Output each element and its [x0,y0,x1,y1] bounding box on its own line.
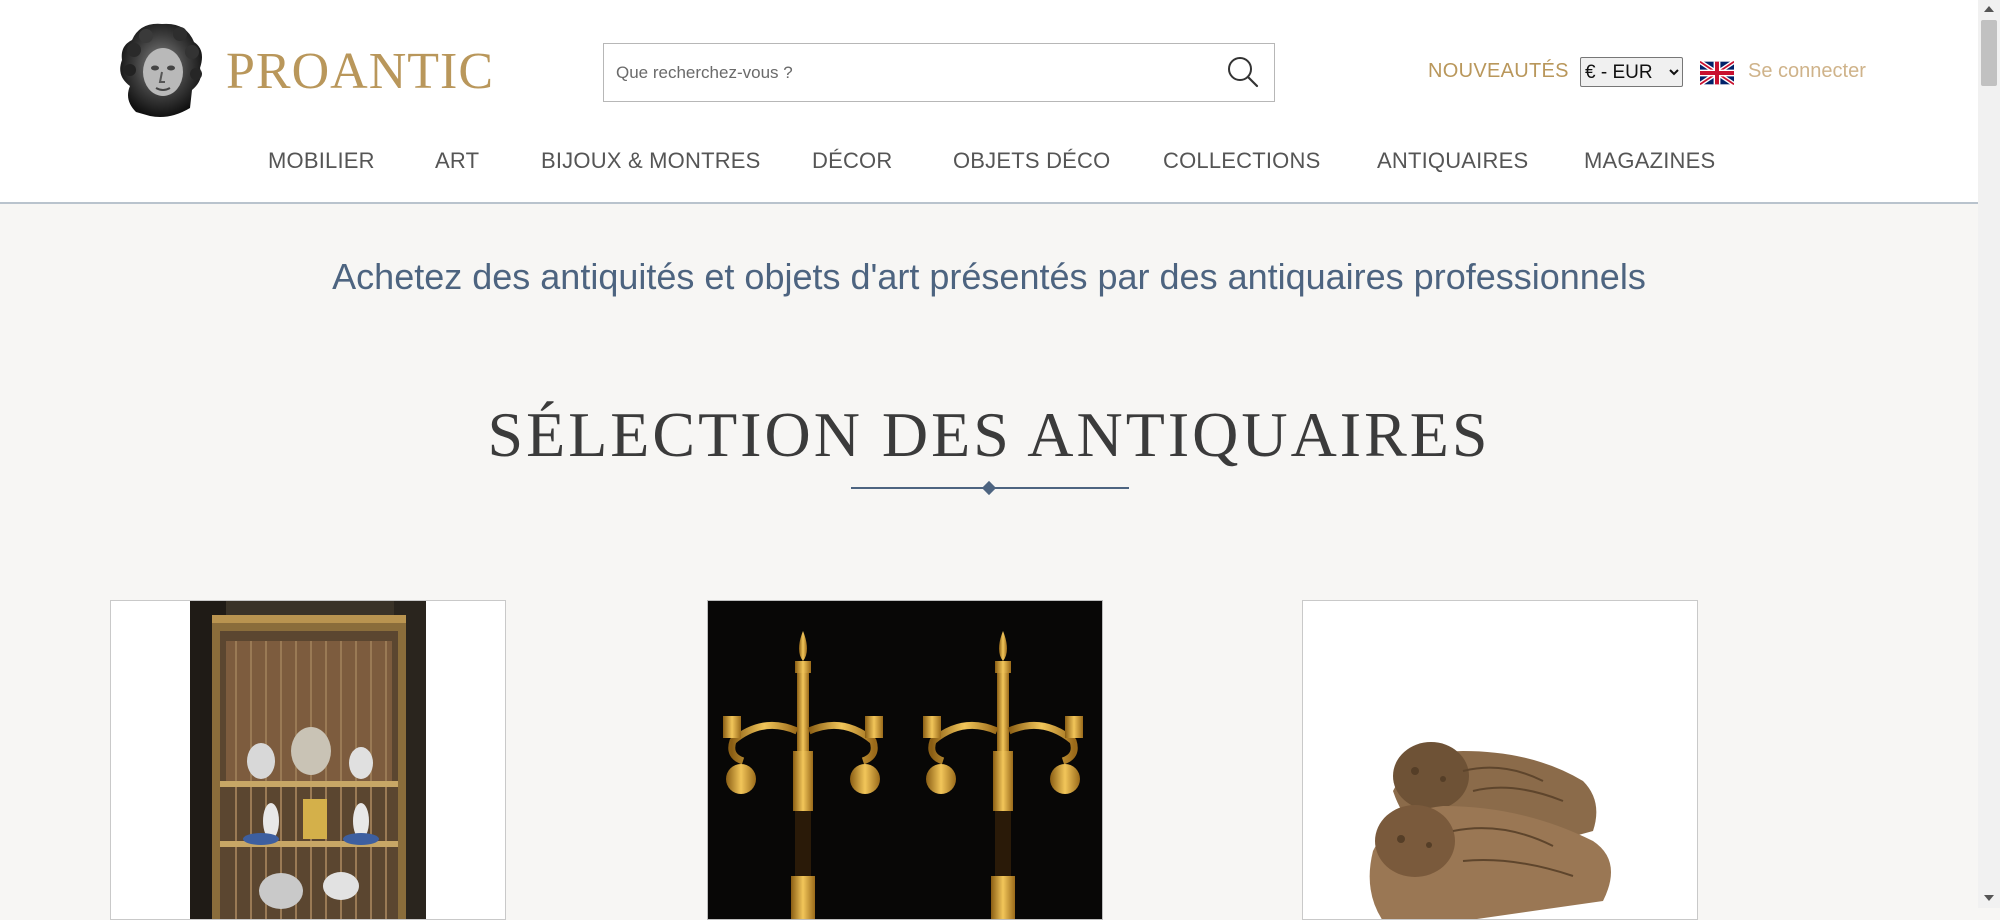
login-link[interactable]: Se connecter [1748,60,1866,83]
product-card-candelabra[interactable] [707,600,1103,920]
nav-item-mobilier[interactable]: MOBILIER [268,148,375,174]
scroll-up-arrow-icon[interactable] [1983,4,1995,14]
new-arrivals-link[interactable]: NOUVEAUTÉS [1428,60,1569,83]
gilt-candelabra-pair-photo [708,601,1102,919]
display-cabinet-photo [111,601,505,919]
product-card-lions[interactable] [1302,600,1698,920]
bust-logo-icon [120,23,202,117]
scrollbar-thumb[interactable] [1981,20,1997,86]
section-title: SÉLECTION DES ANTIQUAIRES [487,399,1491,470]
logo[interactable]: PROANTIC [110,20,494,122]
brand-name: PROANTIC [226,42,495,100]
page-scrollbar[interactable] [1978,0,2000,908]
search-input[interactable] [614,44,1198,102]
main-nav: MOBILIER ART BIJOUX & MONTRES DÉCOR OBJE… [0,148,1978,178]
product-card-cabinet[interactable] [110,600,506,920]
search-bar [603,43,1275,102]
nav-item-collections[interactable]: COLLECTIONS [1163,148,1320,174]
nav-item-bijoux-montres[interactable]: BIJOUX & MONTRES [541,148,761,174]
uk-flag-icon[interactable] [1700,61,1734,85]
title-divider-ornament [981,480,997,496]
nav-item-decor[interactable]: DÉCOR [812,148,892,174]
currency-select[interactable]: € - EUR [1580,57,1683,87]
nav-item-objets-deco[interactable]: OBJETS DÉCO [953,148,1110,174]
nav-item-magazines[interactable]: MAGAZINES [1584,148,1715,174]
nav-item-art[interactable]: ART [435,148,479,174]
page-tagline: Achetez des antiquités et objets d'art p… [332,256,1646,297]
search-icon[interactable] [1224,54,1260,90]
carved-lions-photo [1303,601,1697,919]
scroll-down-arrow-icon[interactable] [1983,893,1995,903]
nav-item-antiquaires[interactable]: ANTIQUAIRES [1377,148,1528,174]
site-header: PROANTIC NOUVEAUTÉS € - EUR Se connecter… [0,0,1978,204]
